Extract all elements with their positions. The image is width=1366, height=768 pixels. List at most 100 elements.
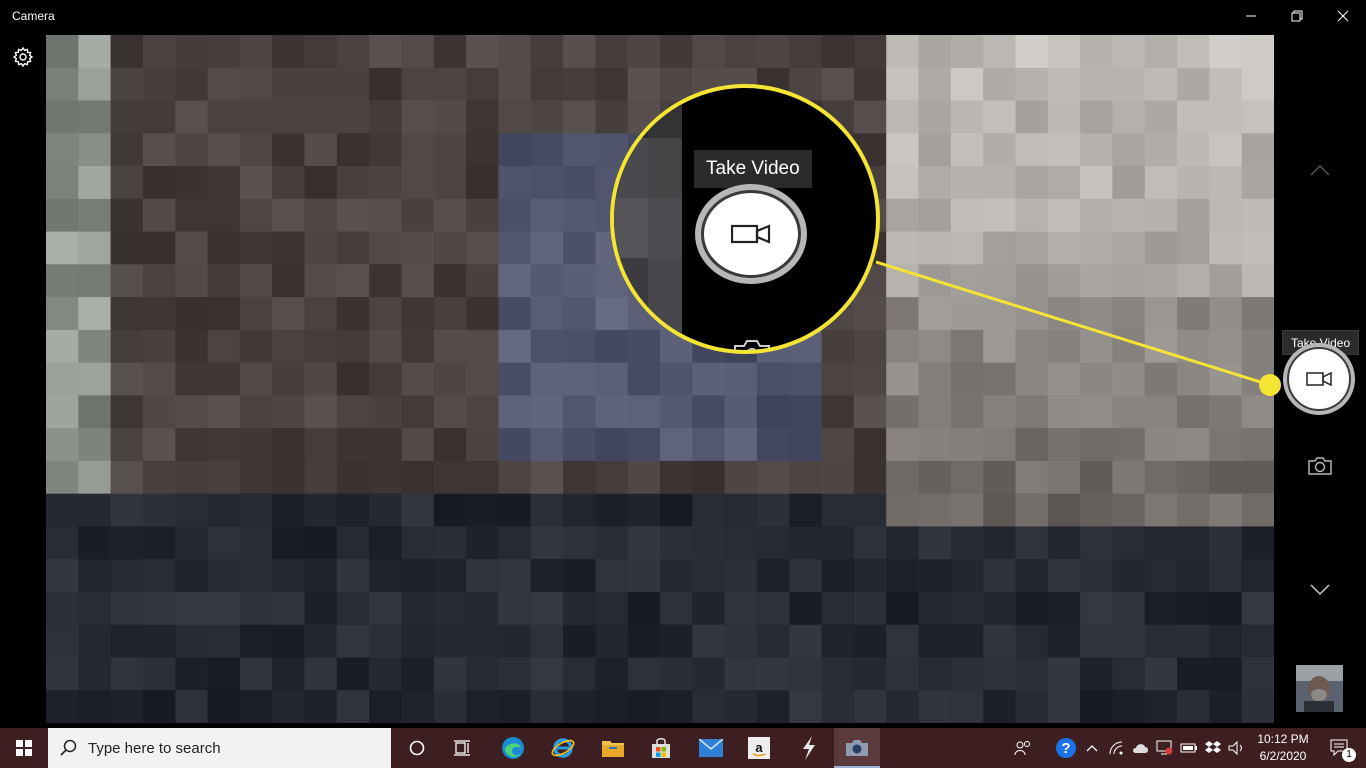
preview-pixel [239,67,273,102]
preview-pixel [563,624,596,659]
preview-pixel [207,264,241,298]
preview-pixel [175,264,209,298]
preview-pixel [595,559,629,593]
take-photo-button[interactable] [1306,455,1334,477]
preview-pixel [983,329,1017,364]
preview-pixel [239,395,273,429]
volume-button[interactable] [1226,728,1248,768]
preview-pixel [1015,395,1049,429]
help-icon: ? [1056,738,1076,758]
preview-pixel [692,35,726,69]
maximize-button[interactable] [1274,0,1320,32]
preview-pixel [1015,428,1049,462]
preview-pixel [78,657,112,691]
preview-pixel [239,264,273,298]
preview-pixel [142,329,176,364]
preview-pixel [1241,264,1274,298]
start-button[interactable] [0,728,48,768]
preview-pixel [433,395,467,429]
preview-pixel [1177,362,1210,396]
preview-pixel [1015,362,1049,396]
clock[interactable]: 10:12 PM 6/2/2020 [1250,728,1316,768]
take-video-button[interactable] [1283,343,1355,415]
security-button[interactable] [1154,728,1176,768]
preview-pixel [304,329,338,364]
preview-pixel [950,428,984,462]
preview-pixel [530,100,564,134]
show-hidden-icons-button[interactable] [1082,728,1102,768]
people-button[interactable] [1010,728,1036,768]
preview-pixel [886,198,920,233]
microsoft-store-button[interactable] [638,728,684,768]
settings-button[interactable] [12,46,34,68]
preview-pixel [918,428,952,462]
preview-pixel [950,624,984,659]
preview-pixel [1209,592,1243,626]
preview-pixel [142,657,176,691]
dropbox-button[interactable] [1202,728,1224,768]
chevron-down-button[interactable] [1306,580,1334,600]
battery-button[interactable] [1178,728,1200,768]
preview-pixel [595,526,629,560]
preview-pixel [401,100,435,134]
clock-time: 10:12 PM [1257,732,1309,746]
preview-pixel [724,690,758,723]
internet-explorer-button[interactable] [540,728,586,768]
preview-pixel [401,690,435,723]
preview-pixel [853,395,887,429]
preview-pixel [756,657,790,691]
preview-pixel [886,460,920,495]
amazon-button[interactable]: a [736,728,782,768]
camera-app-button[interactable] [834,728,880,768]
cortana-button[interactable] [394,728,440,768]
chevron-up-button[interactable] [1306,160,1334,180]
mail-button[interactable] [688,728,734,768]
preview-pixel [401,460,435,495]
file-explorer-button[interactable] [590,728,636,768]
preview-pixel [142,264,176,298]
preview-pixel [466,297,499,331]
preview-pixel [692,624,726,659]
preview-pixel [304,166,338,200]
search-icon [60,739,77,756]
preview-pixel [175,395,209,429]
preview-pixel [110,690,144,723]
preview-pixel [595,624,629,659]
preview-pixel [78,592,112,626]
preview-pixel [1047,198,1081,233]
preview-pixel [110,395,144,429]
zoom-video-camera-icon [731,224,771,244]
preview-pixel [563,362,596,396]
action-center-button[interactable]: 1 [1318,728,1362,768]
app-title: Camera [12,9,55,23]
preview-pixel [886,100,920,134]
preview-pixel [433,526,467,560]
last-capture-thumbnail[interactable] [1296,665,1343,712]
task-view-button[interactable] [440,728,486,768]
preview-pixel [433,198,467,233]
preview-pixel [530,297,564,331]
onedrive-button[interactable] [1130,728,1152,768]
close-button[interactable] [1320,0,1366,32]
preview-pixel [46,395,79,429]
preview-pixel [207,329,241,364]
preview-pixel [853,657,887,691]
search-box[interactable]: Type here to search [48,728,391,768]
preview-pixel [660,460,693,495]
help-button[interactable]: ? [1052,728,1080,768]
preview-pixel [1047,67,1081,102]
bolt-app-button[interactable] [786,728,832,768]
minimize-icon [1246,15,1256,17]
preview-pixel [272,690,306,723]
preview-pixel [498,624,532,659]
preview-pixel [660,657,693,691]
preview-pixel [1047,297,1081,331]
edge-button[interactable] [490,728,536,768]
preview-pixel [660,690,693,723]
preview-pixel [1241,395,1274,429]
preview-pixel [563,231,596,265]
minimize-button[interactable] [1228,0,1274,32]
preview-pixel [692,428,726,462]
preview-pixel [1241,329,1274,364]
network-button[interactable] [1106,728,1128,768]
